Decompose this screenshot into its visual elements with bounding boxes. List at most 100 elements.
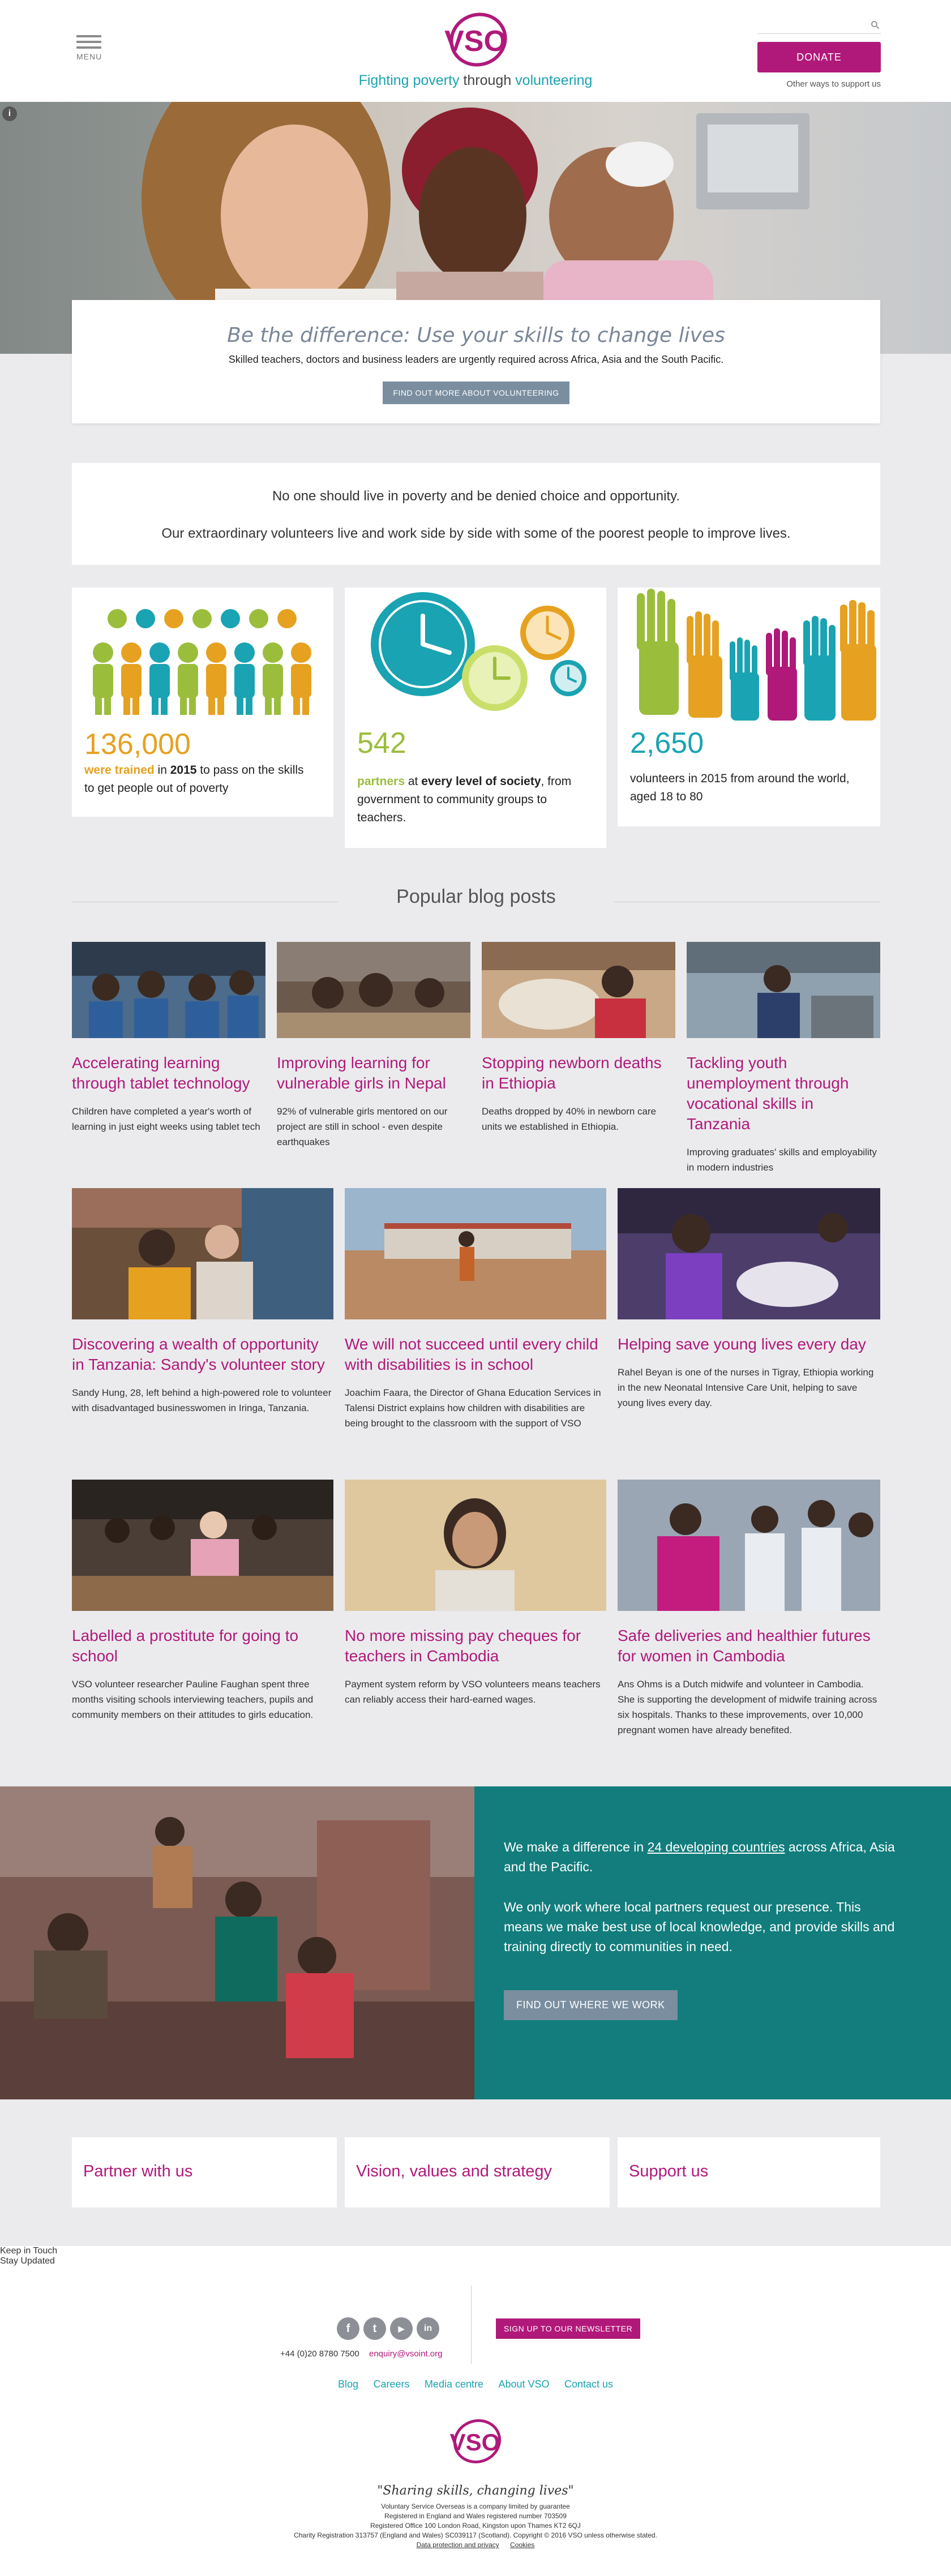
stat-number: 136,000: [84, 728, 191, 761]
hamburger-icon: [76, 35, 101, 49]
blog-card-title[interactable]: Helping save young lives every day: [618, 1334, 880, 1355]
privacy-link[interactable]: Data protection and privacy: [417, 2541, 499, 2549]
where-we-work-panel: We make a difference in 24 developing co…: [474, 1786, 951, 2099]
email-link[interactable]: enquiry@vsoint.org: [369, 2349, 442, 2359]
blog-card-title[interactable]: Discovering a wealth of opportunity in T…: [72, 1334, 333, 1375]
tagline-part-2: through: [459, 72, 516, 88]
where-we-work-button[interactable]: FIND OUT WHERE WE WORK: [504, 1990, 678, 2020]
people-icon: [93, 609, 311, 715]
vso-logo[interactable]: VSO: [430, 10, 521, 72]
blog-card-image[interactable]: [687, 942, 880, 1038]
brick-workers-photo: [0, 1786, 474, 2099]
linkbox-label: Vision, values and strategy: [356, 2162, 552, 2180]
footer-link-careers[interactable]: Careers: [373, 2378, 409, 2390]
facebook-icon[interactable]: f: [337, 2317, 359, 2340]
stat-number: 2,650: [630, 727, 704, 760]
search-input[interactable]: [757, 17, 859, 33]
footer-divider: [471, 2286, 472, 2364]
blog-card[interactable]: Discovering a wealth of opportunity in T…: [72, 1188, 333, 1416]
stat-description: volunteers in 2015 from around the world…: [630, 772, 850, 803]
twitter-icon[interactable]: t: [363, 2317, 386, 2340]
blog-card-image[interactable]: [345, 1188, 606, 1319]
blog-card-image[interactable]: [72, 1188, 333, 1319]
site-header: MENU VSO Fighting poverty through volunt…: [0, 0, 951, 102]
blog-card-image[interactable]: [618, 1480, 880, 1611]
info-icon[interactable]: i: [2, 106, 17, 121]
blog-card[interactable]: We will not succeed until every child wi…: [345, 1188, 606, 1431]
blog-card-image[interactable]: [72, 1480, 333, 1611]
hero-title: Be the difference: Use your skills to ch…: [227, 324, 725, 347]
work-paragraph-2: We only work where local partners reques…: [504, 1900, 895, 1954]
cookies-link[interactable]: Cookies: [510, 2541, 534, 2549]
blog-card-image[interactable]: [482, 942, 675, 1038]
blog-card-title[interactable]: Labelled a prostitute for going to schoo…: [72, 1626, 333, 1666]
site-footer: Keep in Touch Stay Updated f t ▶ in +44 …: [0, 2246, 951, 2576]
stat-card-partners: 542 partners at every level of society, …: [345, 588, 606, 848]
blog-card-image[interactable]: [618, 1188, 880, 1319]
volunteering-button[interactable]: FIND OUT MORE ABOUT VOLUNTEERING: [383, 382, 569, 404]
blog-card[interactable]: Safe deliveries and healthier futures fo…: [618, 1480, 880, 1738]
blog-card-excerpt: Children have completed a year's worth o…: [72, 1106, 260, 1132]
search-box: [757, 17, 881, 34]
partner-with-us-link[interactable]: Partner with us: [72, 2137, 337, 2208]
blog-heading-row: Popular blog posts: [72, 886, 880, 914]
footer-link-media-centre[interactable]: Media centre: [425, 2378, 483, 2390]
legal-line: Registered Office 100 London Road, Kings…: [370, 2522, 581, 2530]
stat-description: partners at every level of society, from…: [357, 775, 572, 824]
blog-card-title[interactable]: No more missing pay cheques for teachers…: [345, 1626, 606, 1666]
footer-link-about[interactable]: About VSO: [498, 2378, 549, 2390]
stat-number: 542: [357, 727, 406, 760]
blog-card-image[interactable]: [345, 1480, 606, 1611]
where-we-work-section: We make a difference in 24 developing co…: [0, 1786, 951, 2099]
blog-card[interactable]: Helping save young lives every day Rahel…: [618, 1188, 880, 1411]
blog-card-excerpt: Deaths dropped by 40% in newborn care un…: [482, 1106, 657, 1132]
hero-subtitle: Skilled teachers, doctors and business l…: [228, 354, 724, 365]
donate-button[interactable]: DONATE: [757, 42, 881, 72]
footer-link-blog[interactable]: Blog: [338, 2378, 358, 2390]
blog-card-excerpt: Ans Ohms is a Dutch midwife and voluntee…: [618, 1679, 877, 1735]
linkedin-icon[interactable]: in: [417, 2317, 439, 2340]
logo-text: VSO: [444, 25, 507, 58]
blog-card-excerpt: Joachim Faara, the Director of Ghana Edu…: [345, 1387, 601, 1429]
other-ways-link[interactable]: Other ways to support us: [757, 79, 881, 89]
blog-card[interactable]: Tackling youth unemployment through voca…: [687, 942, 880, 1175]
legal-line: Charity Registration 313757 (England and…: [294, 2531, 657, 2539]
blog-card[interactable]: Labelled a prostitute for going to schoo…: [72, 1480, 333, 1722]
blog-card-title[interactable]: We will not succeed until every child wi…: [345, 1334, 606, 1375]
stat-description: were trained in 2015 to pass on the skil…: [84, 764, 304, 795]
hero-card: Be the difference: Use your skills to ch…: [72, 300, 880, 423]
blog-card-title[interactable]: Improving learning for vulnerable girls …: [277, 1053, 470, 1094]
footer-vso-logo[interactable]: VSO: [439, 2416, 512, 2467]
blog-card-excerpt: Improving graduates' skills and employab…: [687, 1147, 877, 1173]
blog-card[interactable]: Improving learning for vulnerable girls …: [277, 942, 470, 1150]
blog-card-excerpt: 92% of vulnerable girls mentored on our …: [277, 1106, 448, 1147]
vision-values-link[interactable]: Vision, values and strategy: [345, 2137, 610, 2208]
blog-card-excerpt: VSO volunteer researcher Pauline Faughan…: [72, 1679, 314, 1720]
blog-card-image[interactable]: [72, 942, 265, 1038]
blog-card-image[interactable]: [277, 942, 470, 1038]
youtube-icon[interactable]: ▶: [390, 2317, 413, 2340]
menu-button[interactable]: MENU: [76, 35, 101, 61]
blog-card-title[interactable]: Accelerating learning through tablet tec…: [72, 1053, 265, 1094]
legal-text: Voluntary Service Overseas is a company …: [0, 2502, 951, 2550]
stat-card-volunteers: 2,650 volunteers in 2015 from around the…: [618, 588, 880, 826]
blog-card-excerpt: Rahel Beyan is one of the nurses in Tigr…: [618, 1367, 874, 1408]
blog-card-title[interactable]: Stopping newborn deaths in Ethiopia: [482, 1053, 675, 1094]
clocks-icon: [371, 592, 586, 711]
footer-link-contact[interactable]: Contact us: [564, 2378, 613, 2390]
legal-line: Registered in England and Wales register…: [384, 2512, 567, 2520]
phone-number: +44 (0)20 8780 7500: [280, 2349, 359, 2359]
search-icon[interactable]: [871, 20, 880, 29]
blog-card-title[interactable]: Safe deliveries and healthier futures fo…: [618, 1626, 880, 1666]
countries-link[interactable]: 24 developing countries: [648, 1840, 785, 1854]
stay-updated-label: Stay Updated: [0, 2256, 55, 2266]
stat-card-trained: 136,000 were trained in 2015 to pass on …: [72, 588, 333, 817]
blog-card-title[interactable]: Tackling youth unemployment through voca…: [687, 1053, 880, 1134]
footer-links: Blog Careers Media centre About VSO Cont…: [0, 2378, 951, 2390]
blog-card[interactable]: Accelerating learning through tablet tec…: [72, 942, 265, 1134]
blog-card[interactable]: No more missing pay cheques for teachers…: [345, 1480, 606, 1707]
blog-card[interactable]: Stopping newborn deaths in Ethiopia Deat…: [482, 942, 675, 1134]
support-us-link[interactable]: Support us: [618, 2137, 880, 2208]
keep-in-touch-label: Keep in Touch: [0, 2246, 58, 2256]
newsletter-button[interactable]: SIGN UP TO OUR NEWSLETTER: [496, 2318, 641, 2339]
